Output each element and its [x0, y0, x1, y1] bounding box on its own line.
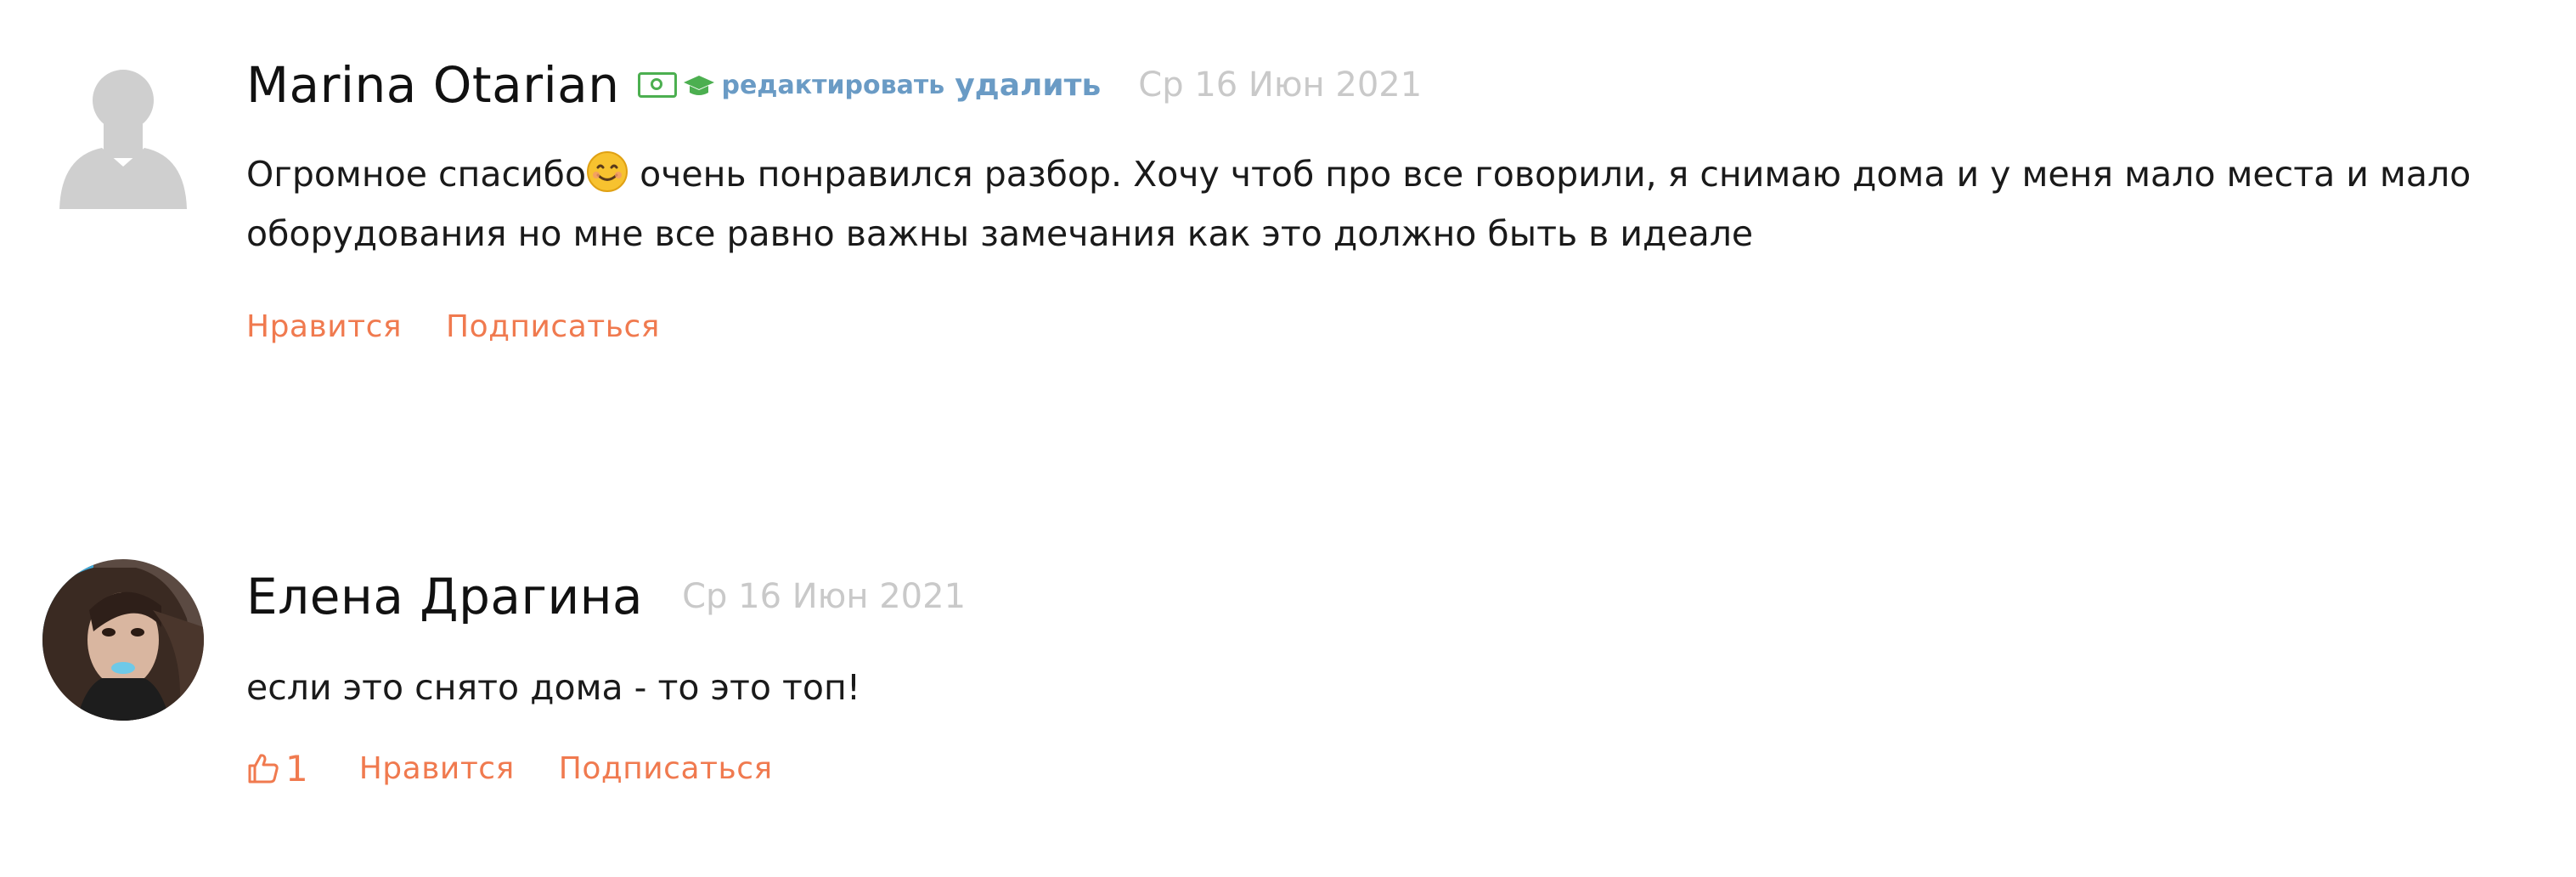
smiling-face-emoji-icon: [587, 151, 628, 192]
edit-link[interactable]: редактировать: [721, 71, 944, 100]
author-name[interactable]: Marina Otarian: [246, 56, 619, 114]
likes-count: 1: [285, 747, 308, 789]
like-button[interactable]: Нравится: [246, 309, 402, 344]
comment-text: Огромное спасибо очень понравился разбор…: [246, 144, 2539, 263]
subscribe-button[interactable]: Подписаться: [446, 309, 660, 344]
comment-text-part: Огромное спасибо: [246, 154, 587, 195]
default-avatar-icon[interactable]: [42, 56, 204, 218]
comment-text: если это снято дома - то это топ!: [246, 667, 861, 708]
comment-date: Ср 16 Июн 2021: [682, 577, 967, 616]
user-avatar[interactable]: [42, 559, 204, 721]
comment-header: Marina Otarian редактировать удалить Ср …: [246, 42, 1422, 127]
comment-actions: Нравится Подписаться: [246, 301, 660, 352]
comment-header: Елена Драгина Ср 16 Июн 2021: [246, 554, 966, 639]
subscribe-button[interactable]: Подписаться: [559, 751, 773, 786]
comment-actions: 1 Нравится Подписаться: [246, 743, 773, 794]
like-count[interactable]: 1: [246, 748, 308, 789]
graduation-cap-icon: [684, 76, 715, 95]
like-button[interactable]: Нравится: [359, 751, 515, 786]
comment-date: Ср 16 Июн 2021: [1138, 65, 1423, 105]
thumbs-up-icon[interactable]: [246, 751, 280, 785]
money-badge-icon: [638, 72, 678, 98]
author-name[interactable]: Елена Драгина: [246, 568, 643, 625]
delete-link[interactable]: удалить: [955, 68, 1101, 103]
